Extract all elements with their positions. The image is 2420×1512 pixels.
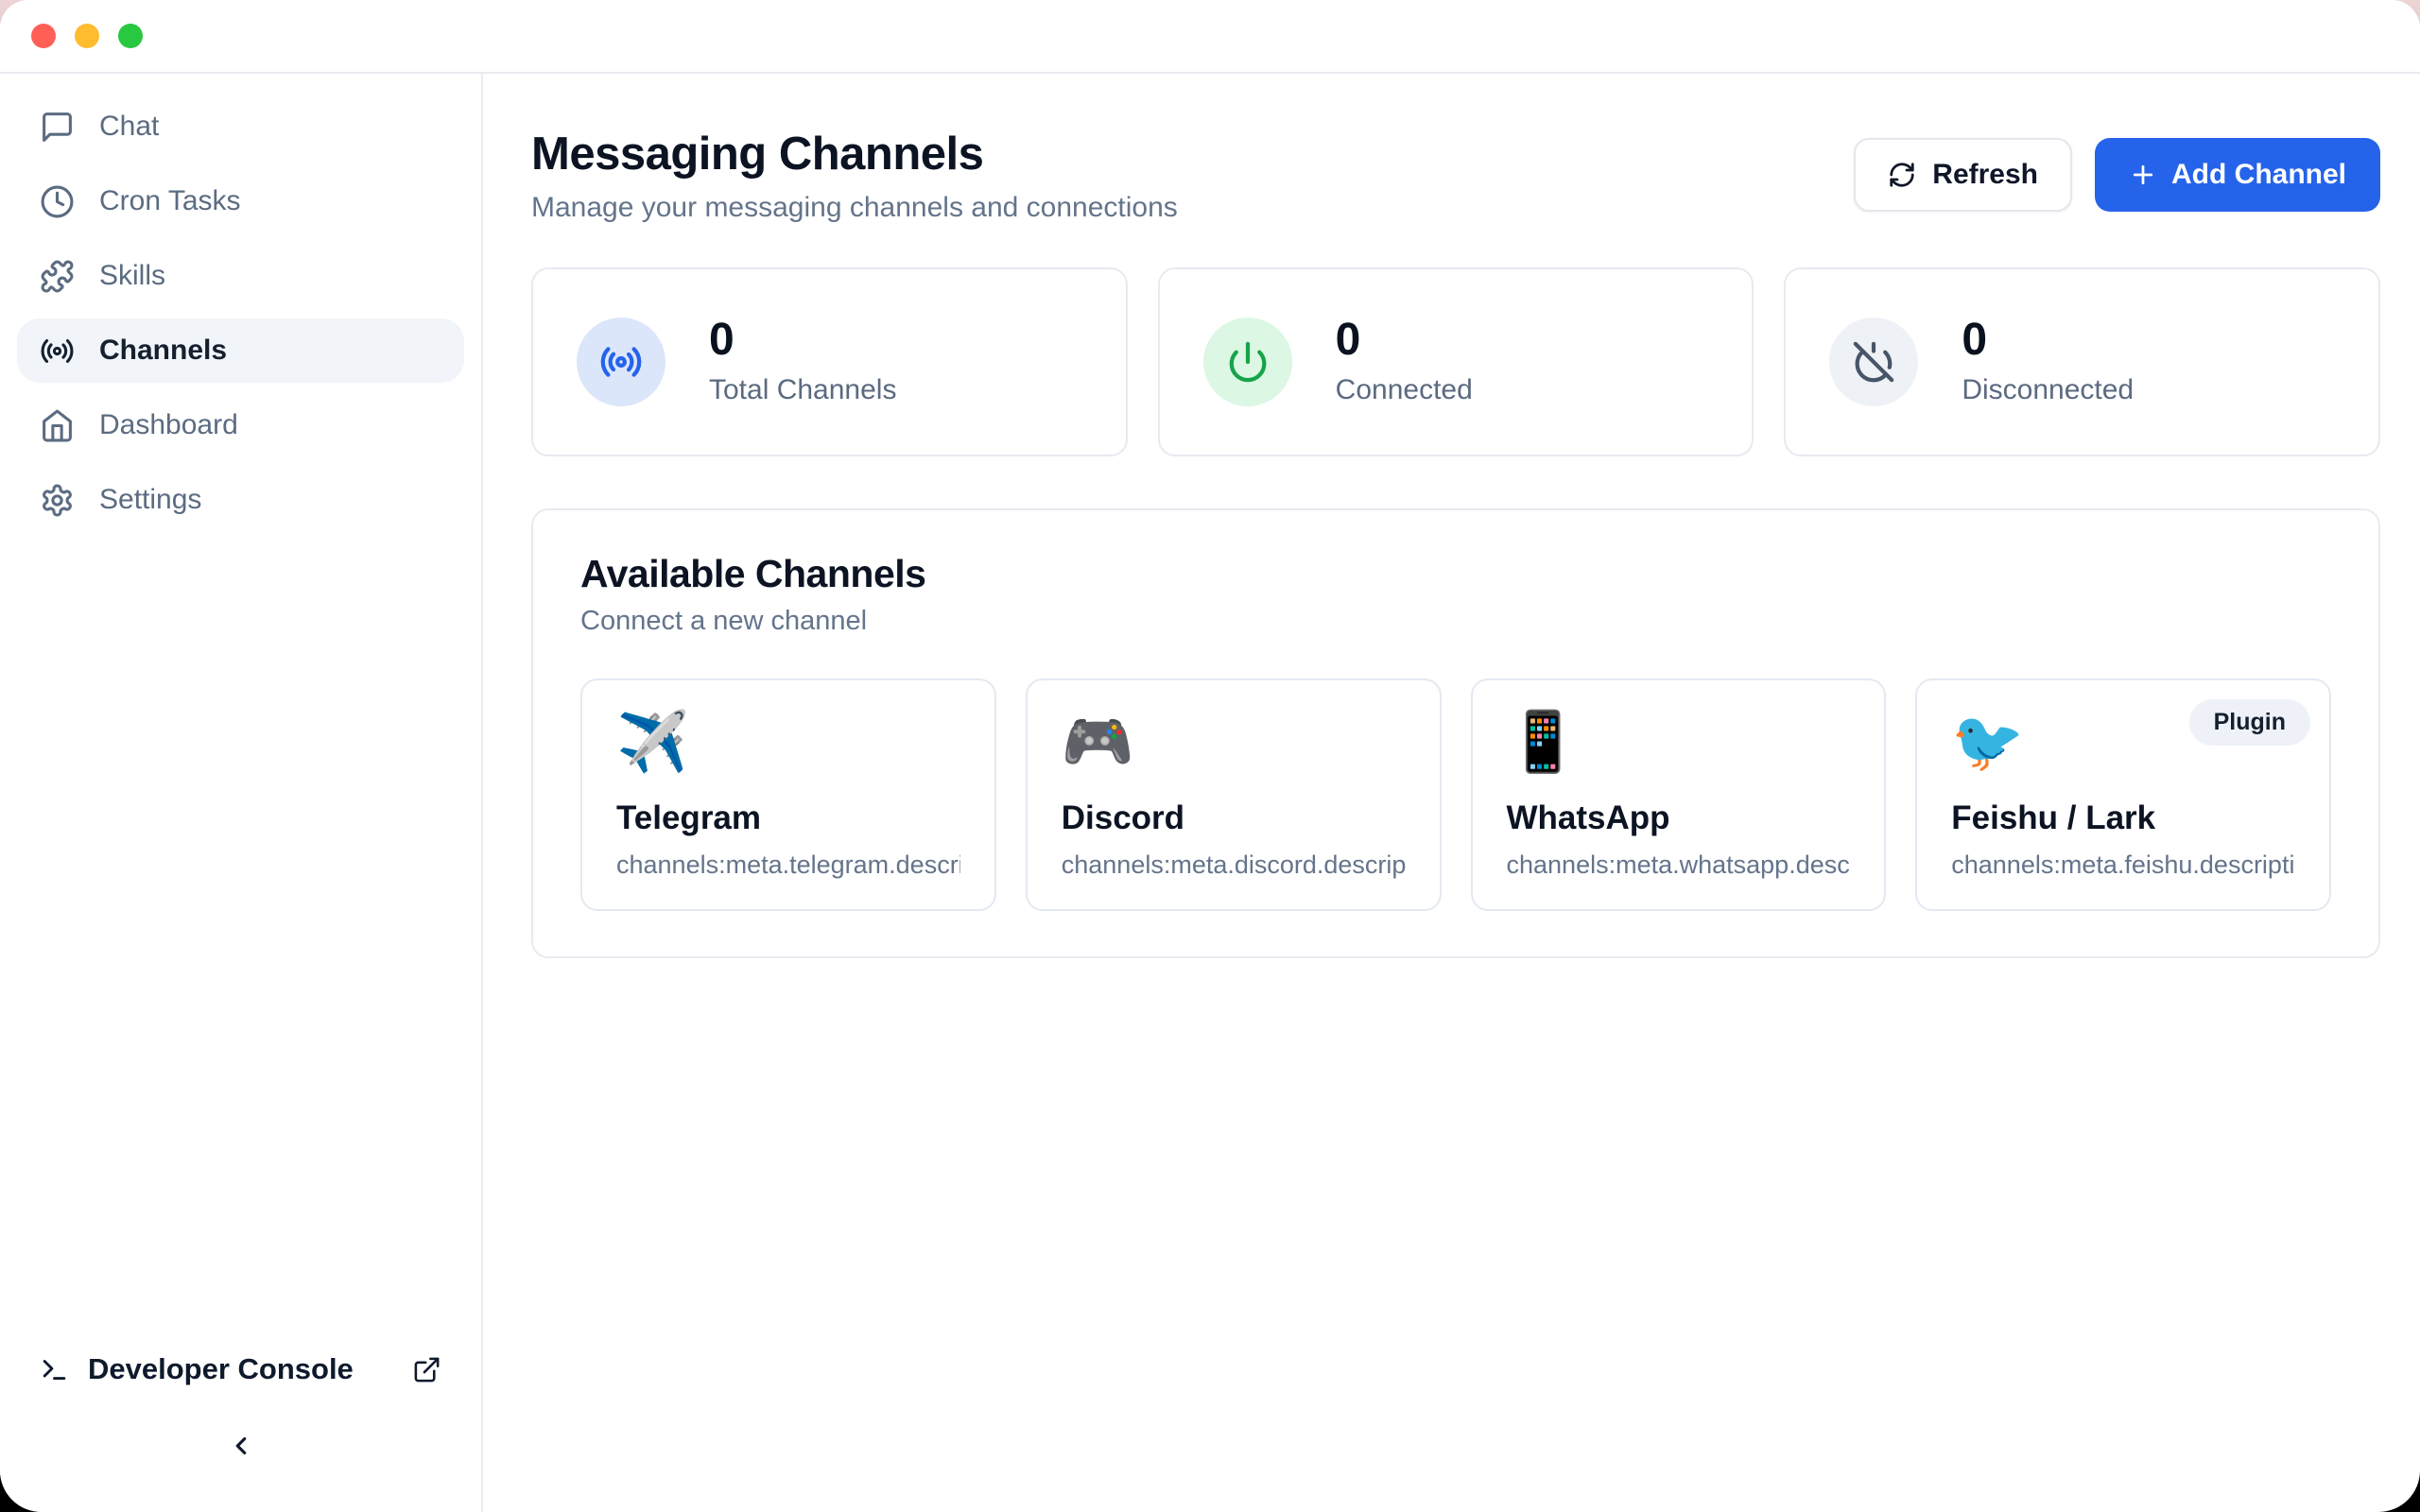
sidebar-item-dashboard[interactable]: Dashboard [17,393,464,457]
stat-value: 0 [709,318,896,363]
stat-label: Connected [1336,374,1473,406]
main-content: Messaging Channels Manage your messaging… [483,74,2420,1512]
zoom-button[interactable] [118,24,143,48]
whatsapp-emoji-icon: 📱 [1507,711,1851,775]
sidebar-item-label: Chat [99,111,159,143]
header-actions: Refresh Add Channel [1854,138,2380,212]
channels-row: ✈️ Telegram channels:meta.telegram.descr… [580,679,2331,911]
channel-description: channels:meta.telegram.descript [616,850,960,880]
channel-card-feishu[interactable]: Plugin 🐦 Feishu / Lark channels:meta.fei… [1915,679,2331,911]
sidebar-collapse-row [17,1426,464,1469]
channel-description: channels:meta.discord.descriptic [1062,850,1406,880]
home-icon [40,408,75,443]
page-header: Messaging Channels Manage your messaging… [531,127,2380,224]
clock-icon [40,184,75,219]
stat-icon-wrap [1203,318,1292,406]
sidebar-spacer [17,532,464,1337]
chevron-left-icon [227,1432,255,1460]
stat-card-total-channels: 0 Total Channels [531,267,1128,456]
refresh-icon [1888,161,1916,189]
minimize-button[interactable] [75,24,99,48]
sidebar-nav: Chat Cron Tasks Skills Channels Dashboar [17,94,464,532]
stat-icon-wrap [1829,318,1918,406]
sidebar: Chat Cron Tasks Skills Channels Dashboar [0,74,483,1512]
close-button[interactable] [31,24,56,48]
window-body: Chat Cron Tasks Skills Channels Dashboar [0,74,2420,1512]
available-channels-subtitle: Connect a new channel [580,606,2331,637]
sidebar-item-channels[interactable]: Channels [17,318,464,383]
stat-text: 0 Disconnected [1962,318,2134,406]
sidebar-item-chat[interactable]: Chat [17,94,464,159]
sidebar-item-label: Skills [99,260,165,292]
sidebar-item-label: Channels [99,335,227,367]
stat-label: Total Channels [709,374,896,406]
stats-row: 0 Total Channels 0 Connected [531,267,2380,456]
developer-console-link[interactable]: Developer Console [17,1337,464,1401]
sidebar-item-cron-tasks[interactable]: Cron Tasks [17,169,464,233]
sidebar-item-settings[interactable]: Settings [17,468,464,532]
add-channel-button[interactable]: Add Channel [2095,138,2380,212]
collapse-sidebar-button[interactable] [214,1426,268,1469]
channel-description: channels:meta.feishu.description [1951,850,2295,880]
radio-icon [40,334,75,369]
sidebar-item-label: Settings [99,484,201,516]
available-channels-title: Available Channels [580,552,2331,596]
channel-name: WhatsApp [1507,799,1851,837]
stat-card-disconnected: 0 Disconnected [1784,267,2380,456]
stat-card-connected: 0 Connected [1158,267,1754,456]
refresh-button-label: Refresh [1932,159,2038,191]
external-link-icon[interactable] [412,1355,441,1384]
puzzle-icon [40,259,75,294]
radio-icon [599,340,643,384]
channel-description: channels:meta.whatsapp.descrip [1507,850,1851,880]
sidebar-item-label: Cron Tasks [99,185,241,217]
sidebar-item-label: Dashboard [99,409,238,441]
stat-text: 0 Total Channels [709,318,896,406]
page-subtitle: Manage your messaging channels and conne… [531,192,1178,224]
discord-emoji-icon: 🎮 [1062,711,1406,775]
traffic-lights [31,24,143,48]
terminal-icon [40,1355,69,1384]
message-square-icon [40,110,75,145]
stat-text: 0 Connected [1336,318,1473,406]
channel-card-whatsapp[interactable]: 📱 WhatsApp channels:meta.whatsapp.descri… [1471,679,1887,911]
stat-label: Disconnected [1962,374,2134,406]
stat-value: 0 [1336,318,1473,363]
channel-card-telegram[interactable]: ✈️ Telegram channels:meta.telegram.descr… [580,679,996,911]
channel-card-discord[interactable]: 🎮 Discord channels:meta.discord.descript… [1026,679,1442,911]
plugin-badge: Plugin [2189,699,2310,746]
channel-name: Discord [1062,799,1406,837]
plus-icon [2129,161,2157,189]
page-header-titles: Messaging Channels Manage your messaging… [531,127,1178,224]
app-window: Chat Cron Tasks Skills Channels Dashboar [0,0,2420,1512]
telegram-emoji-icon: ✈️ [616,711,960,775]
gear-icon [40,483,75,518]
sidebar-item-skills[interactable]: Skills [17,244,464,308]
page-title: Messaging Channels [531,127,1178,182]
developer-console-label: Developer Console [88,1352,393,1386]
power-off-icon [1852,340,1895,384]
available-channels-section: Available Channels Connect a new channel… [531,508,2380,958]
stat-icon-wrap [577,318,666,406]
add-channel-button-label: Add Channel [2171,159,2346,191]
refresh-button[interactable]: Refresh [1854,138,2072,212]
title-bar [0,0,2420,74]
power-icon [1226,340,1270,384]
channel-name: Telegram [616,799,960,837]
channel-name: Feishu / Lark [1951,799,2295,837]
stat-value: 0 [1962,318,2134,363]
